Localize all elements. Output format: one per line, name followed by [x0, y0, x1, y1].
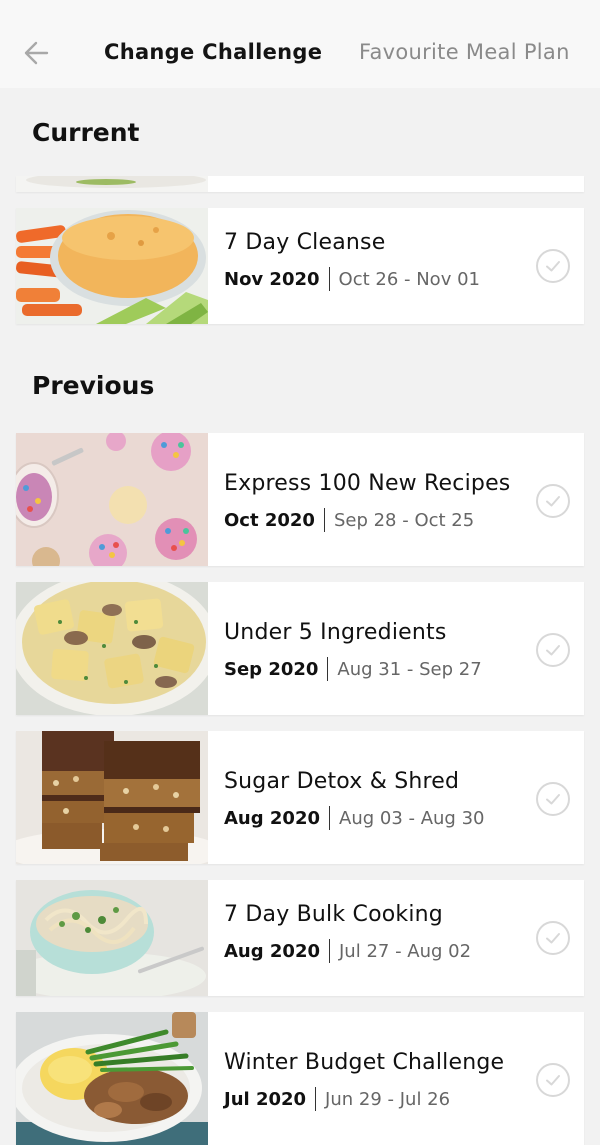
challenge-dates: Jul 2020 Jun 29 - Jul 26	[224, 1087, 450, 1111]
check-icon	[546, 933, 560, 944]
challenge-month: Aug 2020	[224, 807, 320, 829]
challenge-dates: Sep 2020 Aug 31 - Sep 27	[224, 657, 482, 681]
challenge-title: Express 100 New Recipes	[224, 471, 511, 496]
check-icon	[546, 794, 560, 805]
challenge-title: Sugar Detox & Shred	[224, 769, 460, 794]
challenge-month: Sep 2020	[224, 658, 319, 680]
select-check-button[interactable]	[536, 782, 570, 816]
divider	[329, 806, 330, 830]
hummus-veggies-photo	[16, 208, 208, 324]
challenge-date-range: Aug 03 - Aug 30	[339, 807, 485, 829]
challenge-title: Under 5 Ingredients	[224, 620, 447, 645]
challenge-card-express-100[interactable]: Express 100 New Recipes Oct 2020 Sep 28 …	[16, 433, 584, 566]
challenge-card-7-day-bulk-cooking[interactable]: 7 Day Bulk Cooking Aug 2020 Jul 27 - Aug…	[16, 880, 584, 996]
challenge-card-sugar-detox-shred[interactable]: Sugar Detox & Shred Aug 2020 Aug 03 - Au…	[16, 731, 584, 864]
select-check-button[interactable]	[536, 633, 570, 667]
select-check-button[interactable]	[536, 249, 570, 283]
challenge-card-7-day-cleanse[interactable]: 7 Day Cleanse Nov 2020 Oct 26 - Nov 01	[16, 208, 584, 324]
challenge-dates: Aug 2020 Aug 03 - Aug 30	[224, 806, 485, 830]
challenge-date-range: Oct 26 - Nov 01	[338, 268, 480, 290]
sprinkle-balls-photo	[16, 433, 208, 566]
divider	[329, 939, 330, 963]
pasta-bowl-photo	[16, 880, 208, 996]
challenge-month: Oct 2020	[224, 509, 315, 531]
challenge-card-under-5-ingredients[interactable]: Under 5 Ingredients Sep 2020 Aug 31 - Se…	[16, 582, 584, 715]
chocolate-slice-photo	[16, 731, 208, 864]
challenge-month: Jul 2020	[224, 1088, 307, 1110]
divider	[327, 657, 329, 681]
select-check-button[interactable]	[536, 1063, 570, 1097]
challenge-date-range: Aug 31 - Sep 27	[337, 658, 482, 680]
check-icon	[546, 645, 560, 656]
top-header: Change Challenge Favourite Meal Plan	[0, 0, 600, 88]
check-icon	[546, 261, 560, 272]
ravioli-photo	[16, 582, 208, 715]
check-icon	[546, 1075, 560, 1086]
list-item-partial	[16, 176, 584, 192]
challenge-month: Nov 2020	[224, 268, 320, 290]
challenge-month: Aug 2020	[224, 940, 320, 962]
challenge-dates: Aug 2020 Jul 27 - Aug 02	[224, 939, 471, 963]
challenge-dates: Oct 2020 Sep 28 - Oct 25	[224, 508, 474, 532]
challenge-card-winter-budget[interactable]: Winter Budget Challenge Jul 2020 Jun 29 …	[16, 1012, 584, 1145]
challenge-title: 7 Day Bulk Cooking	[224, 902, 443, 927]
stew-mash-photo	[16, 1012, 208, 1145]
challenge-date-range: Jul 27 - Aug 02	[339, 940, 472, 962]
challenge-title: 7 Day Cleanse	[224, 230, 386, 255]
check-icon	[546, 496, 560, 507]
challenge-dates: Nov 2020 Oct 26 - Nov 01	[224, 267, 480, 291]
challenge-date-range: Jun 29 - Jul 26	[325, 1088, 451, 1110]
tab-change-challenge[interactable]: Change Challenge	[104, 40, 322, 64]
divider	[328, 267, 330, 291]
divider	[323, 508, 325, 532]
challenge-date-range: Sep 28 - Oct 25	[333, 509, 475, 531]
partial-food-photo	[16, 176, 208, 192]
section-title-previous: Previous	[32, 371, 155, 400]
divider	[315, 1087, 317, 1111]
select-check-button[interactable]	[536, 921, 570, 955]
select-check-button[interactable]	[536, 484, 570, 518]
tab-favourite-meal-plan[interactable]: Favourite Meal Plan	[359, 40, 570, 64]
back-button[interactable]	[18, 36, 52, 70]
section-title-current: Current	[32, 118, 140, 147]
arrow-left-icon	[24, 41, 49, 65]
challenge-title: Winter Budget Challenge	[224, 1050, 505, 1075]
